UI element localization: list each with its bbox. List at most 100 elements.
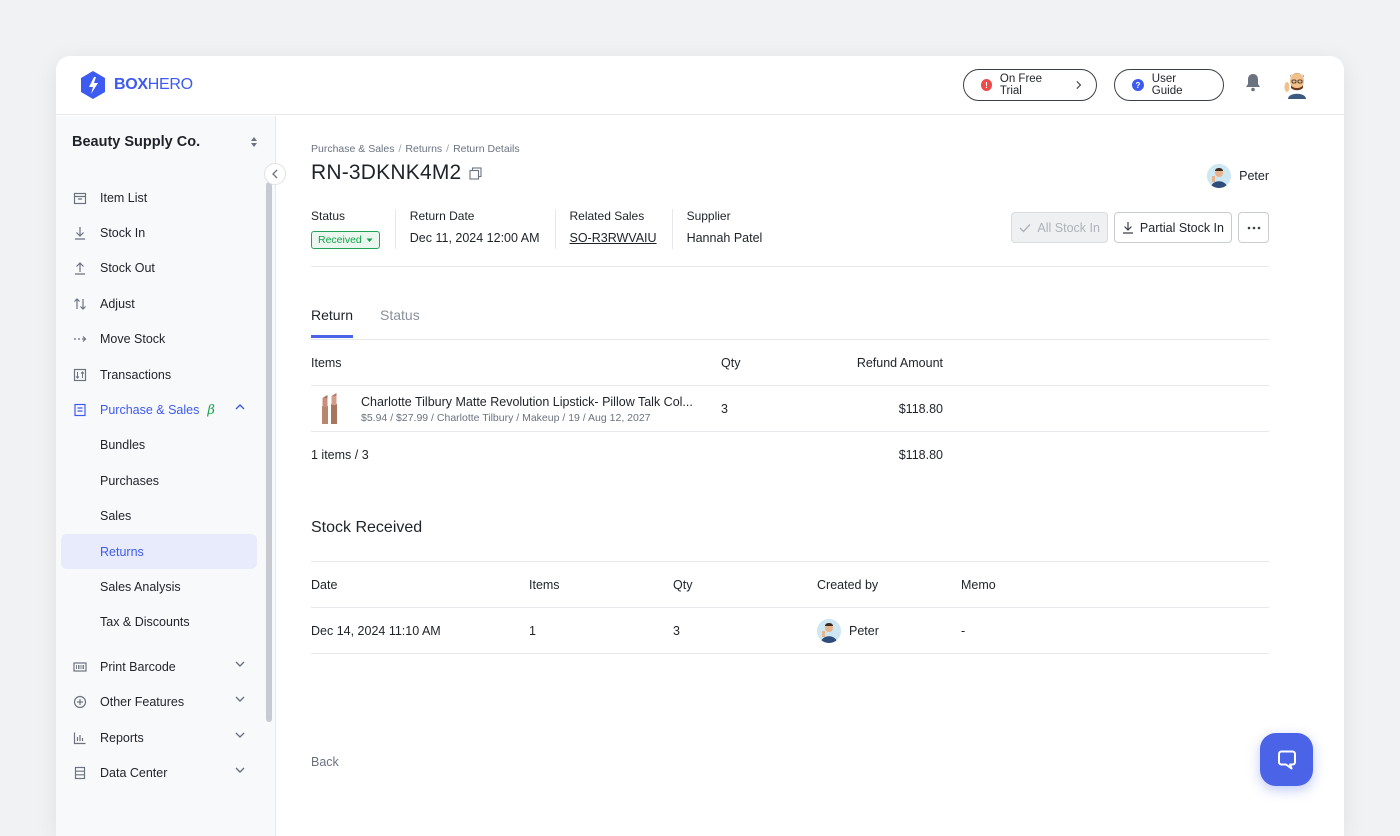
breadcrumb-item[interactable]: Returns (405, 143, 442, 155)
barcode-icon (72, 659, 88, 675)
sidebar-item-label: Move Stock (100, 332, 166, 347)
sidebar-item-sales-analysis[interactable]: Sales Analysis (61, 569, 257, 604)
created-by: Peter (817, 619, 961, 643)
tab-status[interactable]: Status (380, 307, 420, 338)
items-total: $118.80 (898, 448, 943, 462)
free-trial-label: On Free Trial (999, 73, 1043, 97)
sidebar-item-label: Transactions (100, 367, 172, 382)
item-name[interactable]: Charlotte Tilbury Matte Revolution Lipst… (361, 395, 701, 409)
breadcrumb-separator: / (398, 143, 402, 155)
sidebar-item-item-list[interactable]: Item List (61, 180, 257, 215)
item-refund: $118.80 (898, 402, 943, 416)
status-dropdown[interactable]: Received (311, 231, 380, 249)
tab-return[interactable]: Return (311, 307, 354, 338)
divider (311, 266, 1269, 267)
stock-items: 1 (529, 624, 536, 638)
user-avatar[interactable] (1282, 69, 1312, 99)
tab-bar: Return Status (311, 307, 420, 338)
owner-name: Peter (1239, 169, 1269, 183)
column-header-items: Items (311, 356, 342, 370)
sidebar-nav: Item List Stock In Stock Out Adjust Move… (61, 180, 257, 791)
back-link[interactable]: Back (311, 755, 339, 769)
user-guide-button[interactable]: ? User Guide (1114, 69, 1224, 101)
sidebar-item-returns[interactable]: Returns (61, 533, 257, 570)
caret-down-icon (366, 238, 373, 242)
sidebar-item-purchases[interactable]: Purchases (61, 463, 257, 498)
stock-qty: 3 (673, 624, 680, 638)
table-row[interactable]: Dec 14, 2024 11:10 AM 1 3 Peter - (311, 608, 1269, 654)
chat-bubble-icon (1277, 750, 1296, 769)
related-sales-label: Related Sales (569, 209, 645, 223)
sidebar-item-sales[interactable]: Sales (61, 499, 257, 534)
sidebar-item-purchase-sales[interactable]: Purchase & Sales β (61, 392, 257, 427)
related-sales-link[interactable]: SO-R3RWVAIU (570, 231, 657, 245)
chat-support-button[interactable] (1260, 733, 1313, 786)
breadcrumb: Purchase & Sales / Returns / Return Deta… (311, 143, 520, 155)
sidebar-item-adjust[interactable]: Adjust (61, 286, 257, 321)
sidebar-item-print-barcode[interactable]: Print Barcode (61, 649, 257, 684)
column-header-refund: Refund Amount (856, 356, 943, 370)
copy-icon[interactable] (469, 166, 482, 180)
download-icon (1122, 222, 1133, 234)
table-divider (311, 653, 1269, 654)
sidebar-item-data-center[interactable]: Data Center (61, 755, 257, 790)
partial-stock-in-button[interactable]: Partial Stock In (1113, 212, 1232, 243)
more-options-button[interactable] (1238, 212, 1269, 243)
sidebar-item-stock-out[interactable]: Stock Out (61, 251, 257, 286)
return-meta: Status Received Return Date Dec 11, 2024… (311, 209, 791, 249)
product-thumbnail (322, 393, 337, 424)
brand-light: HERO (147, 76, 193, 93)
supplier-value: Hannah Patel (686, 231, 763, 245)
sidebar-item-label: Stock Out (100, 261, 155, 276)
sidebar-item-label: Bundles (100, 438, 146, 453)
sidebar-item-label: Item List (100, 190, 148, 205)
chevron-down-icon (235, 661, 245, 668)
sidebar-item-label: Sales Analysis (100, 579, 181, 594)
table-row[interactable]: Charlotte Tilbury Matte Revolution Lipst… (311, 386, 1269, 432)
adjust-icon (72, 296, 88, 312)
sidebar-item-move-stock[interactable]: Move Stock (61, 322, 257, 357)
free-trial-button[interactable]: ! On Free Trial (963, 69, 1097, 101)
all-stock-in-button[interactable]: All Stock In (1011, 212, 1108, 243)
partial-stock-in-label: Partial Stock In (1139, 220, 1224, 235)
item-qty: 3 (721, 402, 728, 416)
user-guide-label: User Guide (1151, 73, 1183, 97)
creator-avatar (817, 619, 841, 643)
creator-name: Peter (849, 624, 879, 638)
return-date-field: Return Date Dec 11, 2024 12:00 AM (410, 209, 556, 249)
column-header-qty: Qty (673, 578, 693, 592)
org-switcher[interactable]: Beauty Supply Co. (72, 134, 258, 150)
sidebar-item-reports[interactable]: Reports (61, 720, 257, 755)
status-value: Received (318, 234, 362, 246)
transactions-icon (72, 367, 88, 383)
stock-received-title: Stock Received (311, 519, 423, 536)
status-label: Status (311, 209, 346, 223)
box-icon (72, 190, 88, 206)
sidebar-item-bundles[interactable]: Bundles (61, 428, 257, 463)
sidebar-item-label: Stock In (100, 226, 146, 241)
sidebar-item-label: Data Center (100, 765, 168, 780)
chevron-up-icon (235, 404, 245, 410)
bell-icon[interactable] (1244, 72, 1262, 92)
sidebar-scrollbar[interactable] (266, 182, 272, 722)
sidebar-item-label: Sales (100, 509, 132, 524)
breadcrumb-item[interactable]: Purchase & Sales (311, 143, 394, 155)
plus-circle-icon (72, 694, 88, 710)
sidebar-item-tax-discounts[interactable]: Tax & Discounts (61, 605, 257, 640)
sidebar-item-label: Adjust (100, 296, 135, 311)
logo[interactable]: BOXHERO (80, 70, 193, 100)
boxhero-logo-icon (81, 71, 105, 99)
sidebar-item-other-features[interactable]: Other Features (61, 684, 257, 719)
column-header-created-by: Created by (817, 578, 879, 592)
sidebar-item-stock-in[interactable]: Stock In (61, 215, 257, 250)
main-content: Purchase & Sales / Returns / Return Deta… (276, 116, 1344, 836)
breadcrumb-item: Return Details (453, 143, 520, 155)
sidebar-item-transactions[interactable]: Transactions (61, 357, 257, 392)
top-bar: BOXHERO ! On Free Trial ? User Guide (56, 56, 1344, 115)
return-id: RN-3DKNK4M2 (311, 161, 462, 184)
app-window: BOXHERO ! On Free Trial ? User Guide Bea… (56, 56, 1344, 836)
arrow-down-icon (72, 225, 88, 241)
chevron-down-icon (235, 696, 245, 703)
collapse-sidebar-button[interactable] (264, 163, 286, 185)
breadcrumb-separator: / (446, 143, 450, 155)
